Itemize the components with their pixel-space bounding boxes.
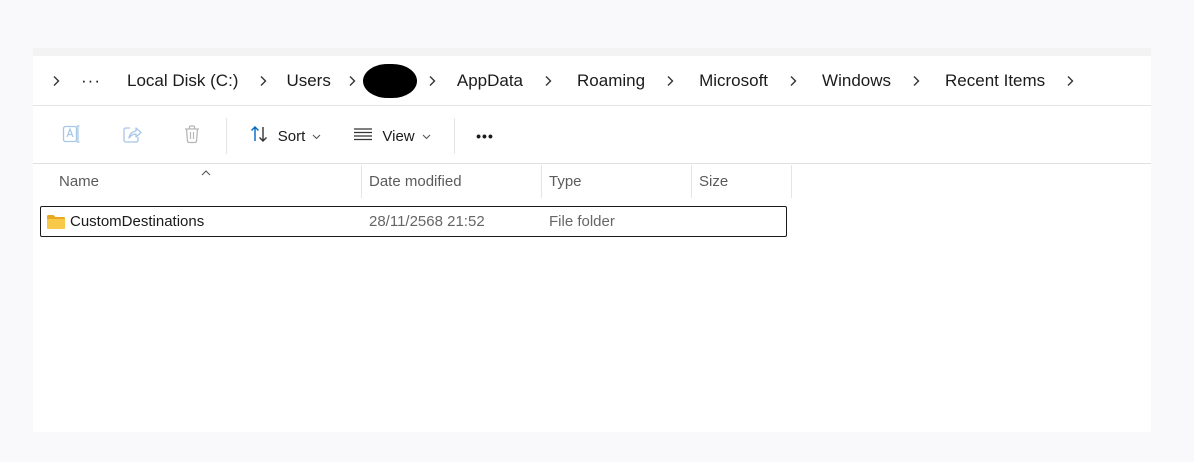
column-header-size-label: Size — [699, 173, 729, 190]
chevron-right-icon[interactable] — [343, 72, 361, 90]
toolbar-divider — [226, 118, 227, 154]
view-list-icon — [353, 126, 373, 147]
toolbar-divider — [454, 118, 455, 154]
file-name: CustomDestinations — [70, 213, 205, 230]
column-header-date-modified[interactable]: Date modified — [362, 165, 542, 198]
breadcrumb-item-local-disk[interactable]: Local Disk (C:) — [121, 67, 244, 95]
share-icon — [121, 123, 143, 150]
sort-ascending-icon — [201, 163, 211, 180]
view-label: View — [382, 127, 415, 145]
breadcrumb-item-users[interactable]: Users — [280, 67, 336, 95]
chevron-right-icon[interactable] — [907, 72, 925, 90]
column-header-name[interactable]: Name — [33, 165, 362, 198]
breadcrumb-item-windows[interactable]: Windows — [816, 67, 897, 95]
breadcrumb-item-appdata[interactable]: AppData — [451, 67, 529, 95]
file-type: File folder — [549, 213, 615, 230]
column-header-date-label: Date modified — [369, 173, 462, 190]
trash-icon — [181, 123, 203, 150]
address-bar[interactable]: ··· Local Disk (C:) Users AppData Roamin… — [33, 48, 1151, 106]
column-header-size[interactable]: Size — [692, 165, 792, 198]
chevron-right-icon[interactable] — [1061, 72, 1079, 90]
breadcrumb-overflow-button[interactable]: ··· — [75, 71, 107, 91]
breadcrumb-item-roaming[interactable]: Roaming — [571, 67, 651, 95]
file-row[interactable]: CustomDestinations 28/11/2568 21:52 File… — [40, 206, 787, 237]
chevron-right-icon[interactable] — [784, 72, 802, 90]
rename-button[interactable] — [57, 120, 87, 152]
sort-button[interactable]: Sort — [243, 120, 327, 152]
folder-icon — [46, 207, 66, 236]
rename-icon — [61, 123, 83, 150]
file-explorer-window: ··· Local Disk (C:) Users AppData Roamin… — [33, 48, 1151, 432]
sort-label: Sort — [277, 127, 306, 145]
chevron-right-icon[interactable] — [423, 72, 441, 90]
chevron-right-icon[interactable] — [661, 72, 679, 90]
chevron-right-icon[interactable] — [254, 72, 272, 90]
share-button[interactable] — [117, 120, 147, 152]
chevron-down-icon — [422, 127, 431, 145]
file-date-modified: 28/11/2568 21:52 — [369, 213, 485, 230]
view-button[interactable]: View — [349, 120, 435, 152]
breadcrumb: ··· Local Disk (C:) Users AppData Roamin… — [33, 56, 1079, 106]
column-header-type[interactable]: Type — [542, 165, 692, 198]
chevron-down-icon — [312, 127, 321, 145]
chevron-right-icon[interactable] — [47, 72, 65, 90]
breadcrumb-item-microsoft[interactable]: Microsoft — [693, 67, 774, 95]
more-options-button[interactable]: ••• — [467, 120, 503, 152]
redacted-username[interactable] — [362, 64, 417, 98]
command-bar: Sort View ••• — [33, 106, 1151, 164]
sort-icon — [249, 124, 269, 149]
breadcrumb-item-recent-items[interactable]: Recent Items — [939, 67, 1051, 95]
delete-button[interactable] — [177, 120, 207, 152]
column-header-type-label: Type — [549, 173, 582, 190]
column-header-name-label: Name — [59, 173, 100, 190]
chevron-right-icon[interactable] — [539, 72, 557, 90]
